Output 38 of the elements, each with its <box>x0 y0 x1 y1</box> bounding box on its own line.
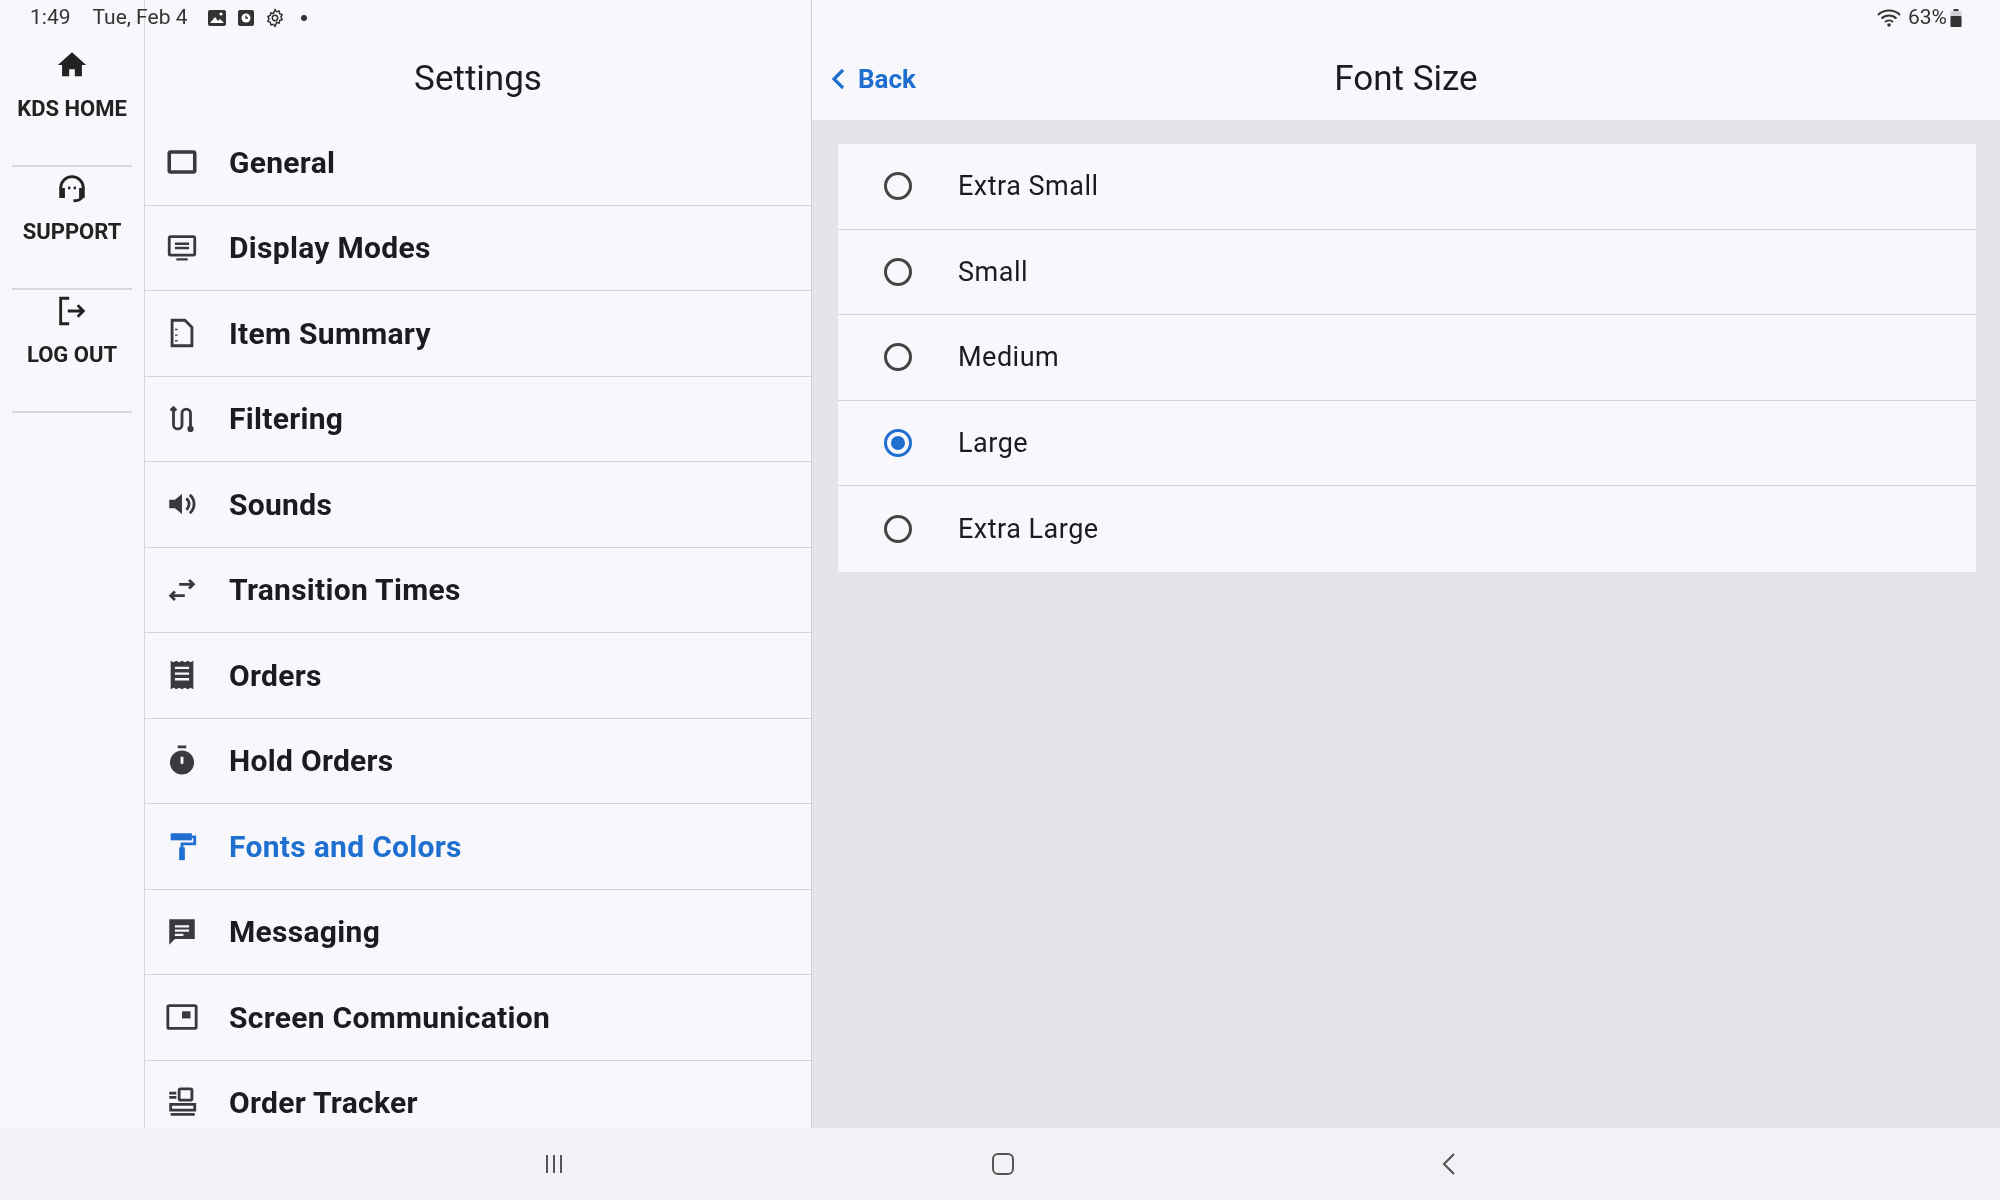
settings-item[interactable]: Display Modes <box>145 205 811 291</box>
settings-item[interactable]: Transition Times <box>145 547 811 633</box>
radio-button[interactable] <box>884 428 912 457</box>
settings-item[interactable]: Item Summary <box>145 291 811 377</box>
rail-button[interactable]: SUPPORT <box>12 167 132 290</box>
status-date: Tue, Feb 4 <box>92 4 188 32</box>
settings-item[interactable]: Screen Communication <box>145 975 811 1061</box>
rail-button[interactable]: KDS HOME <box>12 44 132 167</box>
clock-icon <box>237 9 256 27</box>
settings-item[interactable]: Fonts and Colors <box>145 804 811 890</box>
settings-icon <box>265 8 286 28</box>
settings-item[interactable]: Filtering <box>145 376 811 462</box>
home-icon[interactable] <box>991 1152 1015 1176</box>
option-label: Medium <box>958 340 1060 375</box>
option-label: Extra Large <box>958 511 1099 547</box>
chevron-left-icon <box>830 67 846 91</box>
font-size-title: Font Size <box>1334 56 1478 101</box>
wifi-icon <box>1876 8 1902 28</box>
back-icon[interactable] <box>1441 1152 1457 1176</box>
radio-button[interactable] <box>884 514 912 543</box>
radio-button[interactable] <box>884 257 912 286</box>
battery-percent: 63% <box>1908 4 1947 32</box>
settings-item[interactable]: General <box>145 120 811 206</box>
settings-item[interactable]: Orders <box>145 633 811 719</box>
image-icon <box>207 9 228 27</box>
settings-title: Settings <box>414 56 542 101</box>
radio-button[interactable] <box>884 172 912 201</box>
back-button[interactable]: Back <box>826 58 920 100</box>
radio-button[interactable] <box>884 343 912 372</box>
option-label: Extra Small <box>958 169 1099 204</box>
settings-item[interactable]: Sounds <box>145 462 811 548</box>
settings-item[interactable]: Hold Orders <box>145 718 811 804</box>
settings-item[interactable]: Messaging <box>145 889 811 975</box>
option-label: Small <box>958 254 1029 290</box>
rail-button[interactable]: LOG OUT <box>12 290 132 413</box>
status-time: 1:49 <box>30 4 71 32</box>
option-label: Large <box>958 425 1029 461</box>
recent-apps-icon[interactable] <box>543 1153 565 1175</box>
